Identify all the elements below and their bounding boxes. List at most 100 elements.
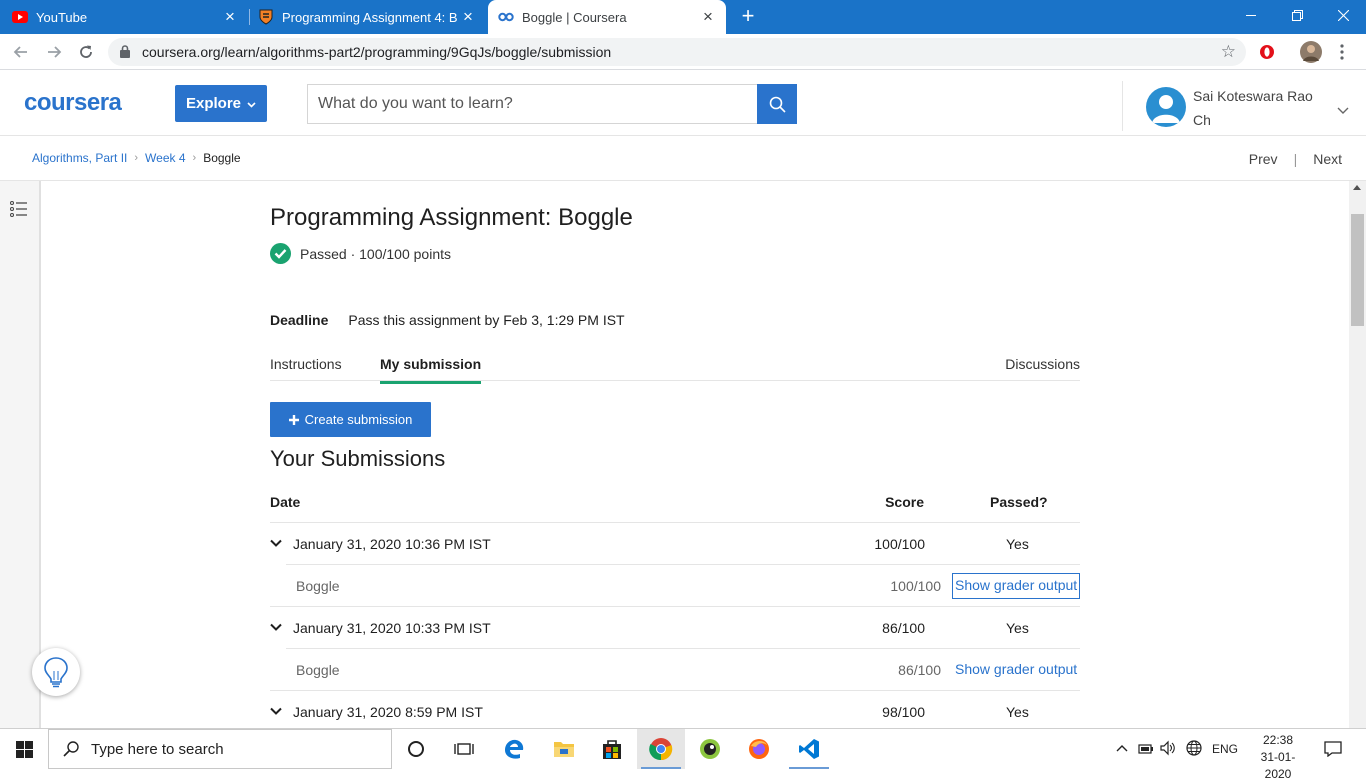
url-bar[interactable]: coursera.org/learn/algorithms-part2/prog…: [108, 38, 1246, 66]
chevron-right-icon: ›: [134, 152, 139, 164]
chrome-icon[interactable]: [637, 729, 685, 769]
input-language[interactable]: ENG: [1212, 742, 1238, 756]
cortana-icon[interactable]: [392, 729, 440, 769]
browser-tab-assignment[interactable]: Programming Assignment 4: Bog ×: [250, 0, 486, 34]
breadcrumb-course[interactable]: Algorithms, Part II: [32, 151, 127, 165]
submission-score: 86/100: [882, 620, 925, 636]
submission-part-row: Boggle 86/100 Show grader output: [286, 648, 1080, 690]
explore-button[interactable]: Explore: [175, 85, 267, 122]
browser-menu-icon[interactable]: [1330, 40, 1354, 64]
tab-title: Programming Assignment 4: Bog: [282, 9, 458, 25]
restore-button[interactable]: [1274, 0, 1320, 30]
col-date: Date: [270, 494, 301, 510]
minimize-button[interactable]: [1228, 0, 1274, 30]
battery-icon[interactable]: [1138, 741, 1154, 758]
chevron-down-icon: [270, 707, 282, 715]
browser-tab-strip: YouTube × Programming Assignment 4: Bog …: [0, 0, 1366, 34]
site-header: coursera Explore Sai Koteswara Rao Ch: [0, 71, 1366, 136]
chevron-down-icon[interactable]: [1337, 101, 1349, 117]
table-row[interactable]: January 31, 2020 10:33 PM IST 86/100 Yes: [270, 606, 1080, 648]
breadcrumb-bar: Algorithms, Part II › Week 4 › Boggle Pr…: [0, 137, 1366, 181]
browser-tab-coursera[interactable]: Boggle | Coursera ×: [488, 0, 726, 34]
greenshot-icon[interactable]: [686, 729, 734, 769]
tab-discussions[interactable]: Discussions: [1005, 356, 1080, 381]
create-submission-button[interactable]: Create submission: [270, 402, 431, 437]
deadline-label: Deadline: [270, 312, 329, 328]
forward-arrow-icon[interactable]: [42, 40, 66, 64]
coursera-logo[interactable]: coursera: [24, 89, 122, 117]
header-divider: [1122, 81, 1123, 131]
item-navigation: Prev | Next: [1249, 151, 1342, 167]
user-avatar-icon[interactable]: [1146, 87, 1186, 127]
tab-title: Boggle | Coursera: [522, 9, 627, 25]
content-tabs: Instructions My submission Discussions: [270, 351, 1080, 384]
outline-list-icon[interactable]: [10, 201, 28, 222]
browser-tab-youtube[interactable]: YouTube ×: [12, 0, 248, 34]
close-tab-icon[interactable]: ×: [700, 8, 716, 25]
part-score: 86/100: [898, 662, 941, 678]
submission-date: January 31, 2020 10:36 PM IST: [293, 536, 491, 552]
system-clock[interactable]: 22:38 31-01-2020: [1249, 732, 1307, 783]
coursera-favicon: [498, 9, 514, 25]
bookmark-star-icon[interactable]: ☆: [1221, 42, 1236, 62]
scrollbar-thumb[interactable]: [1351, 214, 1364, 326]
lightbulb-icon[interactable]: [32, 648, 80, 696]
breadcrumb: Algorithms, Part II › Week 4 › Boggle: [32, 151, 241, 165]
submission-passed: Yes: [1006, 704, 1029, 720]
show-grader-output-button[interactable]: Show grader output: [951, 573, 1081, 599]
microsoft-store-icon[interactable]: [588, 729, 636, 769]
submission-date: January 31, 2020 10:33 PM IST: [293, 620, 491, 636]
globe-network-icon[interactable]: [1186, 740, 1202, 759]
submissions-heading: Your Submissions: [270, 446, 446, 471]
clock-time: 22:38: [1262, 733, 1294, 747]
profile-avatar[interactable]: [1299, 40, 1323, 64]
windows-taskbar: Type here to search ENG 22:38 31-01-2020: [0, 728, 1366, 781]
firefox-icon[interactable]: [735, 729, 783, 769]
prev-link[interactable]: Prev: [1249, 151, 1278, 167]
edge-icon[interactable]: [490, 729, 538, 769]
user-name[interactable]: Sai Koteswara Rao Ch: [1193, 84, 1323, 132]
col-score: Score: [885, 494, 924, 510]
scroll-up-arrow-icon[interactable]: [1353, 185, 1361, 190]
close-tab-icon[interactable]: ×: [460, 8, 476, 25]
notifications-icon[interactable]: [1308, 729, 1358, 769]
princeton-shield-icon: [258, 9, 274, 25]
search-button[interactable]: [757, 84, 797, 124]
table-row[interactable]: January 31, 2020 10:36 PM IST 100/100 Ye…: [270, 522, 1080, 564]
chevron-right-icon: ›: [192, 152, 197, 164]
close-window-button[interactable]: [1320, 0, 1366, 30]
plus-icon: [288, 414, 299, 425]
course-outline-rail: [0, 181, 41, 728]
submission-score: 98/100: [882, 704, 925, 720]
new-tab-button[interactable]: +: [737, 5, 759, 27]
part-score: 100/100: [890, 578, 941, 594]
url-text: coursera.org/learn/algorithms-part2/prog…: [142, 44, 612, 60]
taskbar-search[interactable]: Type here to search: [48, 729, 392, 769]
chevron-up-icon[interactable]: [1116, 741, 1128, 755]
vscode-icon[interactable]: [785, 729, 833, 769]
close-tab-icon[interactable]: ×: [222, 8, 238, 25]
back-arrow-icon[interactable]: [9, 40, 33, 64]
search-icon: [63, 741, 79, 757]
part-name: Boggle: [296, 662, 340, 678]
volume-icon[interactable]: [1160, 740, 1176, 759]
vertical-scrollbar[interactable]: [1349, 181, 1366, 728]
taskbar-search-placeholder: Type here to search: [91, 740, 224, 758]
submission-score: 100/100: [874, 536, 925, 552]
search-icon: [769, 96, 786, 113]
search-input[interactable]: [307, 84, 758, 124]
table-row[interactable]: January 31, 2020 8:59 PM IST 98/100 Yes: [270, 690, 1080, 732]
reload-icon[interactable]: [74, 40, 98, 64]
breadcrumb-week[interactable]: Week 4: [145, 151, 185, 165]
show-grader-output-button[interactable]: Show grader output: [954, 659, 1078, 681]
opera-extension-icon[interactable]: [1255, 40, 1279, 64]
page-title: Programming Assignment: Boggle: [270, 204, 633, 231]
windows-start-icon[interactable]: [0, 729, 48, 769]
task-view-icon[interactable]: [440, 729, 488, 769]
tab-instructions[interactable]: Instructions: [270, 356, 342, 381]
file-explorer-icon[interactable]: [540, 729, 588, 769]
pass-status: Passed · 100/100 points: [270, 243, 451, 264]
tab-my-submission[interactable]: My submission: [380, 356, 482, 384]
next-link[interactable]: Next: [1313, 151, 1342, 167]
youtube-icon: [12, 9, 28, 25]
